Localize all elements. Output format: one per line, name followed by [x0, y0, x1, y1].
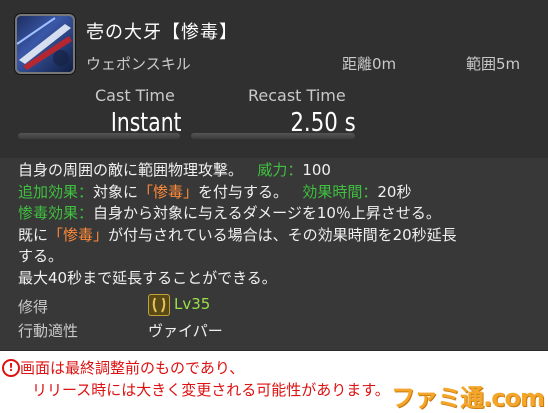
watermark-logo: ファミ通.com [391, 384, 545, 412]
notice-text: 画面は最終調整前のものであり、 リリース時には大きく変更される可能性があります。 [2, 357, 390, 401]
desc-line-2: 追加効果：対象に「惨毒」を付与する。 効果時間：20秒 [18, 182, 412, 201]
potency-label: 威力： [257, 161, 303, 179]
duration-label: 効果時間： [302, 182, 378, 201]
job-icon [148, 294, 170, 316]
status-name: 「惨毒」 [138, 182, 199, 201]
cast-time-label: Cast Time [95, 86, 175, 105]
skill-distance: 距離0m [342, 55, 397, 73]
acquire-label: 修得 [18, 298, 49, 316]
job-label: 行動適性 [18, 322, 79, 340]
skill-type: ウェポンスキル [86, 55, 191, 73]
desc-line-3: 惨毒効果：自身から対象に与えるダメージを10％上昇させる。 [18, 204, 441, 222]
skill-tooltip: 壱の大牙【惨毒】 ウェポンスキル 距離0m 範囲5m Cast Time Rec… [0, 0, 548, 351]
acquire-level: Lv35 [174, 295, 211, 313]
potency-value: 100 [302, 161, 331, 179]
recast-time-label: Recast Time [248, 86, 346, 105]
skill-icon [15, 14, 75, 74]
duration-value: 20秒 [377, 182, 412, 201]
notice-line-2: リリース時には大きく変更される可能性があります。 [32, 381, 390, 399]
cast-time-bar [18, 133, 180, 139]
skill-range: 範囲5m [466, 55, 521, 73]
recast-time-bar [191, 133, 355, 139]
job-value: ヴァイパー [148, 322, 223, 340]
notice-line-1: 画面は最終調整前のものであり、 [20, 359, 245, 377]
skill-name: 壱の大牙【惨毒】 [86, 22, 238, 43]
desc-line-4: 既に「惨毒」が付与されている場合は、その効果時間を20秒延長 [18, 225, 457, 244]
desc-line-1: 自身の周囲の敵に範囲物理攻撃。 威力：100 [18, 161, 331, 179]
desc-line-6: 最大40秒まで延長することができる。 [18, 268, 277, 287]
skill-description: 自身の周囲の敵に範囲物理攻撃。 威力：100 追加効果：対象に「惨毒」を付与する… [18, 160, 538, 289]
desc-line-5: する。 [18, 247, 64, 265]
